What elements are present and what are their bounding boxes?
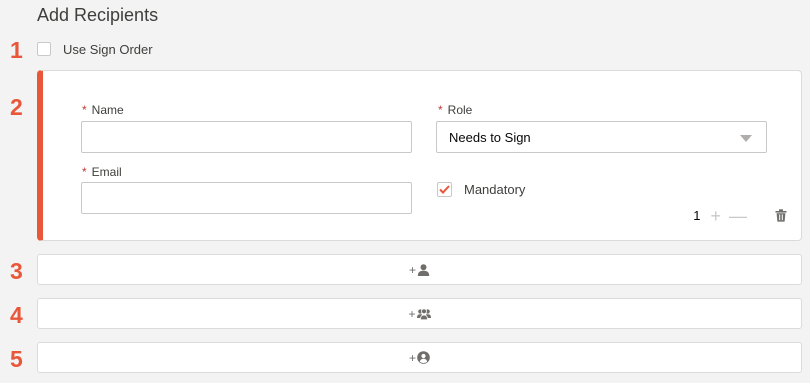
- plus-icon: +: [408, 350, 416, 365]
- email-label: * Email: [82, 165, 122, 179]
- add-group-button[interactable]: +: [37, 298, 802, 329]
- plus-icon: +: [408, 306, 416, 321]
- required-marker: *: [82, 165, 87, 179]
- order-controls: 1 + —: [693, 207, 787, 225]
- recipient-card: * Name * Role Needs to Sign * Email Mandato…: [37, 70, 802, 241]
- step-number-2: 2: [10, 94, 23, 120]
- delete-recipient-button[interactable]: [775, 209, 787, 222]
- step-number-1: 1: [10, 37, 23, 63]
- email-input[interactable]: [81, 182, 412, 214]
- group-icon: [416, 307, 431, 320]
- plus-icon: +: [408, 262, 416, 277]
- role-select-value: Needs to Sign: [449, 129, 531, 145]
- sign-order-option[interactable]: Use Sign Order: [37, 41, 153, 57]
- name-input[interactable]: [81, 121, 412, 153]
- step-number-4: 4: [10, 302, 23, 328]
- decrease-order-button[interactable]: —: [729, 207, 747, 225]
- trash-icon: [775, 209, 787, 222]
- required-marker: *: [82, 103, 87, 117]
- order-number: 1: [693, 208, 701, 223]
- name-label: * Name: [82, 103, 124, 117]
- mandatory-option[interactable]: Mandatory: [437, 182, 525, 197]
- increase-order-button[interactable]: +: [710, 207, 721, 225]
- role-label: * Role: [438, 103, 473, 117]
- sign-order-label: Use Sign Order: [63, 41, 153, 57]
- add-recipient-button[interactable]: +: [37, 254, 802, 285]
- add-contact-button[interactable]: +: [37, 342, 802, 373]
- role-select[interactable]: Needs to Sign: [436, 121, 767, 153]
- mandatory-label: Mandatory: [464, 182, 526, 197]
- step-number-5: 5: [10, 346, 23, 372]
- sign-order-checkbox[interactable]: [37, 42, 51, 56]
- step-number-3: 3: [10, 258, 23, 284]
- page-title: Add Recipients: [37, 5, 159, 25]
- contact-icon: [417, 351, 430, 364]
- checkmark-icon: [439, 185, 450, 194]
- required-marker: *: [438, 103, 443, 117]
- user-icon: [417, 263, 430, 276]
- chevron-down-icon: [740, 135, 752, 142]
- mandatory-checkbox[interactable]: [437, 182, 452, 197]
